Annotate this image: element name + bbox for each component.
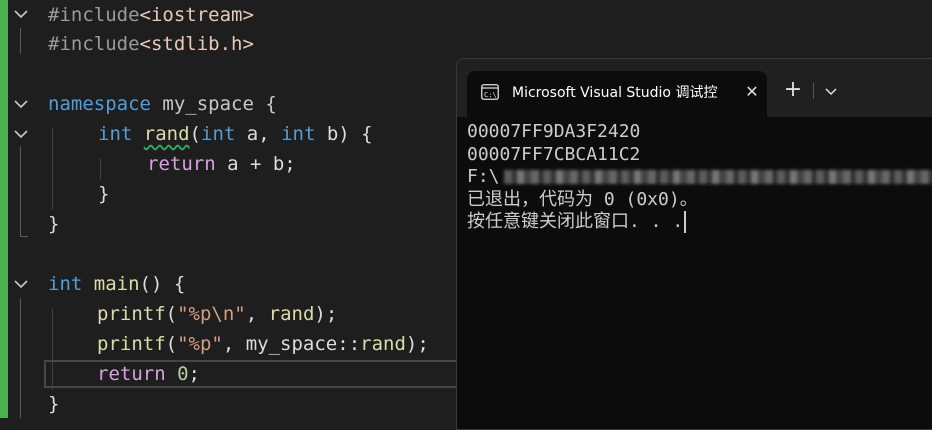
- fold-chevron-icon[interactable]: [12, 95, 30, 113]
- console-line: 按任意键关闭此窗口. . .: [467, 211, 932, 234]
- redacted-path: [503, 170, 932, 184]
- new-tab-plus-icon[interactable]: +: [781, 79, 805, 103]
- code-line-6[interactable]: return a + b;: [147, 149, 296, 179]
- console-line: F:\: [467, 166, 932, 189]
- fold-rail-end: [20, 236, 28, 237]
- code-line-10[interactable]: int main() {: [48, 269, 185, 299]
- code-line-4[interactable]: namespace my_space {: [48, 89, 277, 119]
- code-line-14[interactable]: }: [48, 389, 59, 419]
- svg-text:C:\: C:\: [484, 91, 497, 99]
- indent-guide: [100, 158, 101, 180]
- code-line-1[interactable]: #include<iostream>: [48, 0, 254, 30]
- terminal-tab-title: Microsoft Visual Studio 调试控: [512, 85, 718, 101]
- code-line-5[interactable]: int rand(int a, int b) {: [98, 119, 373, 149]
- code-line-13[interactable]: return 0;: [97, 359, 200, 389]
- fold-chevron-icon[interactable]: [12, 5, 30, 23]
- chevron-down-icon[interactable]: [821, 81, 841, 101]
- close-icon[interactable]: ✕: [741, 81, 763, 103]
- debug-console-window[interactable]: C:\ Microsoft Visual Studio 调试控 ✕ + 0000…: [456, 58, 932, 430]
- tab-separator: [813, 83, 814, 99]
- console-line: 已退出，代码为 0 (0x0)。: [467, 188, 698, 210]
- console-line: 00007FF9DA3F2420: [467, 121, 641, 142]
- terminal-tab-strip: C:\ Microsoft Visual Studio 调试控 ✕ +: [457, 59, 932, 117]
- terminal-tab[interactable]: C:\ Microsoft Visual Studio 调试控 ✕: [467, 71, 767, 117]
- text-cursor: [684, 211, 687, 233]
- fold-chevron-icon[interactable]: [12, 275, 30, 293]
- fold-rail: [20, 298, 21, 418]
- code-line-8[interactable]: }: [48, 209, 59, 239]
- console-line: 00007FF7CBCA11C2: [467, 143, 641, 165]
- indent-guide: [52, 128, 53, 210]
- fold-rail: [20, 28, 21, 54]
- fold-chevron-icon[interactable]: [12, 125, 30, 143]
- fold-rail: [20, 146, 21, 236]
- terminal-icon: C:\: [481, 84, 499, 100]
- code-line-12[interactable]: printf("%p", my_space::rand);: [97, 329, 429, 359]
- code-line-2[interactable]: #include<stdlib.h>: [48, 29, 254, 59]
- console-output[interactable]: 00007FF9DA3F2420 00007FF7CBCA11C2 F:\ 已退…: [467, 121, 932, 234]
- code-line-11[interactable]: printf("%p\n", rand);: [97, 299, 337, 329]
- code-line-7[interactable]: }: [98, 179, 109, 209]
- rand-warning-squiggle[interactable]: rand: [144, 123, 190, 145]
- change-indicator-bar: [0, 0, 8, 418]
